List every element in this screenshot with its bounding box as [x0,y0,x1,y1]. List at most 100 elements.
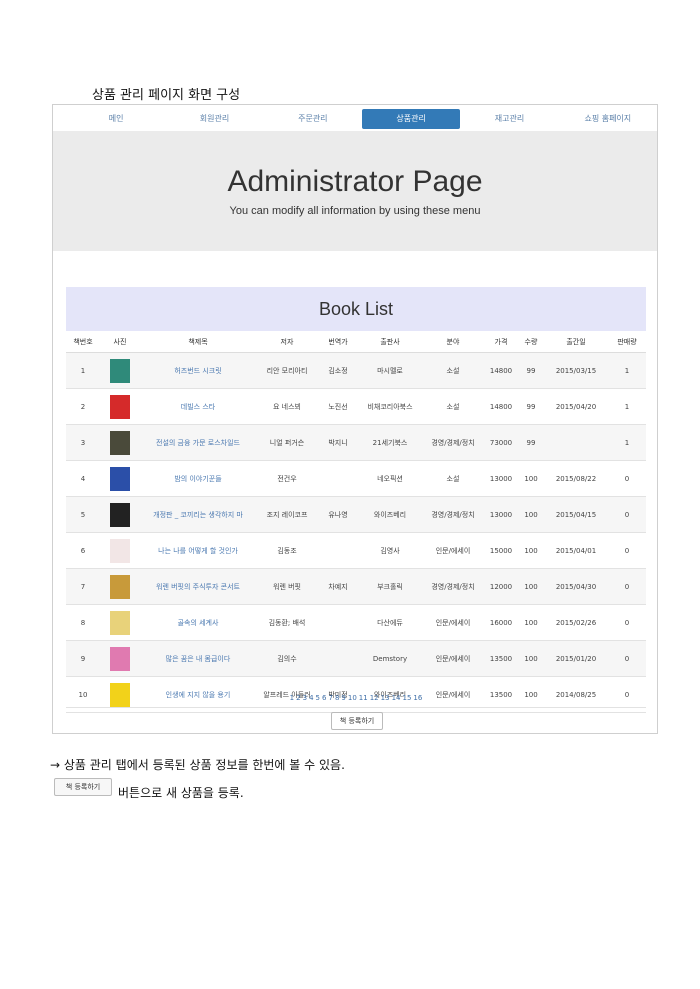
cell-sales: 1 [608,352,646,389]
nav-tab[interactable]: 주문관리 [264,109,362,129]
column-header[interactable]: 출판사 [358,331,422,353]
cell-sales: 0 [608,460,646,497]
cell-title[interactable]: 전설의 금융 가문 로스차일드 [140,424,256,461]
book-list-heading: Book List [66,287,646,331]
book-cover-image [110,646,130,671]
page-link[interactable]: 13 [381,694,390,702]
cell-qty: 99 [518,388,544,425]
cell-no: 9 [66,640,100,677]
column-header[interactable]: 출간일 [544,331,608,353]
hero-title: Administrator Page [227,165,483,198]
top-nav: 메인 회원관리 주문관리 상품관리 재고관리 쇼핑 홈페이지 [67,109,657,129]
nav-tab[interactable]: 쇼핑 홈페이지 [559,109,657,129]
cell-category: 소설 [422,388,484,425]
page-link[interactable]: 9 [341,694,345,702]
cell-category: 인문/에세이 [422,640,484,677]
column-header[interactable]: 가격 [484,331,518,353]
column-header[interactable]: 사진 [100,331,140,353]
cell-title[interactable]: 개정판 _ 코끼리는 생각하지 마 [140,496,256,533]
note-text-1: → 상품 관리 탭에서 등록된 상품 정보를 한번에 볼 수 있음. [50,758,345,772]
book-cover-cell [100,532,140,569]
page-link[interactable]: 7 [328,694,332,702]
inline-register-button[interactable]: 책 등록하기 [54,778,112,796]
cell-translator [318,532,358,569]
cell-publisher: 네오픽션 [358,460,422,497]
cell-category: 경영/경제/정치 [422,496,484,533]
table-row[interactable]: 7 워렌 버핏의 주식투자 콘서트 워렌 버핏 차예지 부크홀릭 경영/경제/정치 1200… [66,568,646,605]
page-link[interactable]: 8 [335,694,339,702]
page-link[interactable]: 5 [316,694,320,702]
cell-title[interactable]: 많은 꿈은 내 몸급이다 [140,640,256,677]
column-header[interactable]: 판매량 [608,331,646,353]
book-cover-image [110,430,130,455]
page-link[interactable]: 15 [402,694,411,702]
cell-date: 2015/04/30 [544,568,608,605]
cell-author: 조지 레이코프 [256,496,318,533]
cell-title[interactable]: 데빌스 스타 [140,388,256,425]
table-row[interactable]: 8 골속의 세계사 김동환; 배석 다산에듀 인문/에세이 16000 100 2015/02… [66,604,646,641]
page-link[interactable]: 10 [348,694,357,702]
nav-tab[interactable]: 상품관리 [361,109,461,129]
nav-tab[interactable]: 메인 [67,109,165,129]
page-link[interactable]: 11 [359,694,368,702]
page-link[interactable]: 4 [309,694,313,702]
table-row[interactable]: 9 많은 꿈은 내 몸급이다 김의수 Demstory 인문/에세이 13500 100 20… [66,640,646,677]
cell-price: 16000 [484,604,518,641]
table-row[interactable]: 2 데빌스 스타 요 네스뵈 노진선 비채코리아북스 소설 14800 99 2015/04/2… [66,388,646,425]
cell-title[interactable]: 워렌 버핏의 주식투자 콘서트 [140,568,256,605]
cell-date: 2015/04/20 [544,388,608,425]
cell-category: 소설 [422,460,484,497]
table-row[interactable]: 4 밤의 이야기꾼들 전건우 네오픽션 소설 13000 100 2015/08/22 0 [66,460,646,497]
column-header[interactable]: 책번호 [66,331,100,353]
cell-price: 13000 [484,460,518,497]
page-link[interactable]: 2 [296,694,300,702]
column-header[interactable]: 저자 [256,331,318,353]
cell-no: 6 [66,532,100,569]
nav-tab[interactable]: 회원관리 [165,109,263,129]
cell-author: 김동환; 배석 [256,604,318,641]
cell-translator: 유나영 [318,496,358,533]
book-cover-cell [100,424,140,461]
column-header[interactable]: 분야 [422,331,484,353]
cell-date: 2015/08/22 [544,460,608,497]
cell-no: 8 [66,604,100,641]
column-header[interactable]: 번역가 [318,331,358,353]
book-cover-image [110,610,130,635]
cell-qty: 99 [518,352,544,389]
page-link[interactable]: 16 [413,694,422,702]
column-header[interactable]: 수량 [518,331,544,353]
book-cover-cell [100,568,140,605]
cell-publisher: 마시멜로 [358,352,422,389]
cell-price: 73000 [484,424,518,461]
page-link[interactable]: 14 [392,694,401,702]
cell-qty: 100 [518,640,544,677]
cell-author: 리안 모리아티 [256,352,318,389]
nav-tab[interactable]: 재고관리 [460,109,558,129]
cell-category: 인문/에세이 [422,532,484,569]
cell-title[interactable]: 허즈번드 시크릿 [140,352,256,389]
book-cover-image [110,574,130,599]
cell-author: 요 네스뵈 [256,388,318,425]
note-text-2: 버튼으로 새 상품을 등록. [118,786,244,800]
cell-title[interactable]: 밤의 이야기꾼들 [140,460,256,497]
page-link[interactable]: 6 [322,694,326,702]
page-link[interactable]: 3 [303,694,307,702]
table-row[interactable]: 5 개정판 _ 코끼리는 생각하지 마 조지 레이코프 유나영 와이즈베리 경영/경제/정… [66,496,646,533]
cell-publisher: 다산에듀 [358,604,422,641]
cell-publisher: Demstory [358,640,422,677]
table-row[interactable]: 6 나는 나를 어떻게 할 것인가 김동조 김영사 인문/에세이 15000 100 2015… [66,532,646,569]
table-row[interactable]: 3 전설의 금융 가문 로스차일드 니얼 퍼거슨 박지니 21세기북스 경영/경제/정치 7… [66,424,646,461]
cell-no: 5 [66,496,100,533]
cell-title[interactable]: 골속의 세계사 [140,604,256,641]
table-row[interactable]: 1 허즈번드 시크릿 리안 모리아티 김소정 마시멜로 소설 14800 99 2015/03/… [66,352,646,389]
table-body: 1 허즈번드 시크릿 리안 모리아티 김소정 마시멜로 소설 14800 99 2015/03/… [66,352,646,713]
register-book-button[interactable]: 책 등록하기 [331,712,383,730]
book-cover-cell [100,388,140,425]
cell-author: 전건우 [256,460,318,497]
page-link[interactable]: 1 [290,694,294,702]
cell-publisher: 김영사 [358,532,422,569]
cell-translator: 박지니 [318,424,358,461]
cell-title[interactable]: 나는 나를 어떻게 할 것인가 [140,532,256,569]
column-header[interactable]: 책제목 [140,331,256,353]
page-link[interactable]: 12 [370,694,379,702]
